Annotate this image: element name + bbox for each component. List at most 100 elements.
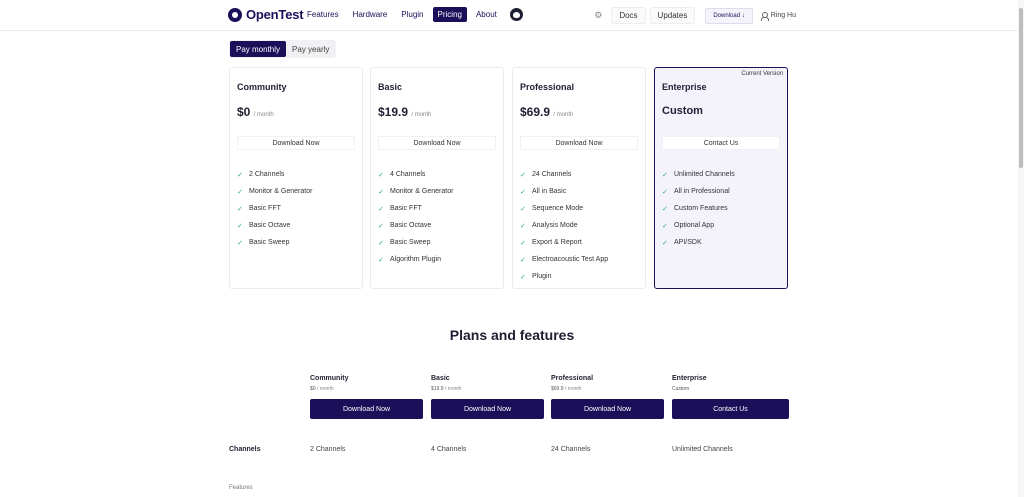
feature-item: ✓ All in Basic	[520, 183, 608, 200]
billing-toggle: Pay monthly Pay yearly	[229, 40, 337, 58]
user-icon	[760, 11, 769, 21]
compare-col-professional: Professional $69.9 / month Download Now	[551, 375, 664, 419]
compare-col-enterprise: Enterprise Custom Contact Us	[672, 375, 789, 419]
check-icon: ✓	[662, 205, 668, 213]
feature-label: Plugin	[532, 273, 552, 280]
pay-monthly-option[interactable]: Pay monthly	[230, 41, 287, 57]
feature-label: 24 Channels	[532, 171, 572, 178]
plan-name: Enterprise	[662, 82, 707, 92]
plan-name: Basic	[378, 82, 403, 92]
plan-price: $19.9 / month	[378, 105, 431, 119]
check-icon: ✓	[662, 188, 668, 196]
feature-item: ✓ Monitor & Generator	[237, 183, 312, 200]
download-now-button[interactable]: Download Now	[520, 136, 638, 150]
check-icon: ✓	[378, 188, 384, 196]
col-plan-price: Custom	[672, 386, 690, 392]
download-now-button[interactable]: Download Now	[310, 399, 423, 419]
price-period: / month	[253, 112, 274, 118]
col-price-value: $0	[310, 386, 316, 392]
docs-tab[interactable]: Docs	[611, 7, 646, 24]
check-icon: ✓	[378, 171, 384, 179]
feature-label: Sequence Mode	[532, 205, 583, 212]
nav-pricing[interactable]: Pricing	[432, 7, 467, 22]
feature-item: ✓ Plugin	[520, 268, 608, 285]
check-icon: ✓	[237, 188, 243, 196]
contact-us-button[interactable]: Contact Us	[662, 136, 780, 150]
nav-plugin[interactable]: Plugin	[396, 7, 428, 22]
feature-item: ✓ 4 Channels	[378, 166, 453, 183]
user-name: Ring Hu	[770, 12, 796, 19]
feature-label: 2 Channels	[249, 171, 285, 178]
feature-label: Basic Sweep	[249, 239, 290, 246]
col-plan-name: Enterprise	[672, 375, 707, 382]
logo[interactable]: OpenTest	[228, 7, 304, 22]
opentest-logo-icon	[228, 7, 242, 22]
feature-item: ✓ Custom Features	[662, 200, 735, 217]
col-plan-price: $69.9 / month	[551, 386, 664, 392]
feature-item: ✓ API/SDK	[662, 234, 735, 251]
download-now-button[interactable]: Download Now	[431, 399, 544, 419]
pay-yearly-option[interactable]: Pay yearly	[286, 41, 335, 57]
feature-item: ✓ All in Professional	[662, 183, 735, 200]
updates-tab[interactable]: Updates	[649, 7, 696, 24]
feature-list: ✓ 2 Channels ✓ Monitor & Generator ✓ Basic …	[237, 166, 312, 251]
price-value: $69.9	[520, 105, 551, 119]
feature-label: Basic FFT	[249, 205, 281, 212]
feature-label: Custom Features	[674, 205, 728, 212]
price-value: $0	[237, 105, 251, 119]
col-price-period: / month	[564, 386, 582, 392]
download-now-button[interactable]: Download Now	[378, 136, 496, 150]
current-version-badge: Current Version	[741, 71, 783, 77]
feature-item: ✓ Algorithm Plugin	[378, 251, 453, 268]
download-now-button[interactable]: Download Now	[237, 136, 355, 150]
features-heading: Features	[229, 485, 253, 491]
feature-item: ✓ Optional App	[662, 217, 735, 234]
contact-us-button[interactable]: Contact Us	[672, 399, 789, 419]
check-icon: ✓	[520, 273, 526, 281]
feature-item: ✓ 24 Channels	[520, 166, 608, 183]
feature-label: Basic Octave	[390, 222, 432, 229]
feature-item: ✓ Export & Report	[520, 234, 608, 251]
col-price-period: / month	[316, 386, 334, 392]
col-price-period: / month	[444, 386, 462, 392]
col-plan-name: Community	[310, 375, 349, 382]
feature-item: ✓ Sequence Mode	[520, 200, 608, 217]
feature-item: ✓ Electroacoustic Test App	[520, 251, 608, 268]
check-icon: ✓	[520, 256, 526, 264]
nav-features[interactable]: Features	[302, 7, 344, 22]
download-button[interactable]: Download ↓	[705, 7, 753, 24]
col-plan-price: $0 / month	[310, 386, 423, 392]
plan-card-community: Community $0 / month Download Now ✓ 2 Cha…	[229, 67, 363, 289]
check-icon: ✓	[662, 222, 668, 230]
user-menu[interactable]: Ring Hu	[760, 11, 796, 21]
plan-price: $0 / month	[237, 105, 274, 119]
feature-label: Monitor & Generator	[249, 188, 313, 195]
download-now-button[interactable]: Download Now	[551, 399, 664, 419]
gear-icon[interactable]: ⚙	[593, 10, 603, 21]
check-icon: ✓	[378, 222, 384, 230]
feature-item: ✓ Basic Sweep	[237, 234, 312, 251]
feature-label: Monitor & Generator	[390, 188, 454, 195]
feature-label: All in Basic	[532, 188, 567, 195]
check-icon: ✓	[378, 205, 384, 213]
feature-item: ✓ Basic FFT	[237, 200, 312, 217]
feature-list: ✓ 4 Channels ✓ Monitor & Generator ✓ Basic …	[378, 166, 453, 268]
nav-about[interactable]: About	[471, 7, 502, 22]
check-icon: ✓	[378, 256, 384, 264]
check-icon: ✓	[237, 205, 243, 213]
nav-hardware[interactable]: Hardware	[348, 7, 393, 22]
col-plan-name: Basic	[431, 375, 450, 382]
github-icon[interactable]	[509, 8, 523, 21]
price-value: $19.9	[378, 105, 409, 119]
channels-value-professional: 24 Channels	[551, 446, 591, 453]
check-icon: ✓	[520, 222, 526, 230]
scroll-thumb[interactable]	[1019, 8, 1023, 168]
plan-card-basic: Basic $19.9 / month Download Now ✓ 4 Chan…	[370, 67, 504, 289]
check-icon: ✓	[662, 171, 668, 179]
feature-item: ✓ Unlimited Channels	[662, 166, 735, 183]
plan-price: $69.9 / month	[520, 105, 573, 119]
page-scrollbar[interactable]	[1018, 0, 1024, 497]
feature-label: Basic FFT	[390, 205, 422, 212]
check-icon: ✓	[237, 222, 243, 230]
check-icon: ✓	[662, 239, 668, 247]
